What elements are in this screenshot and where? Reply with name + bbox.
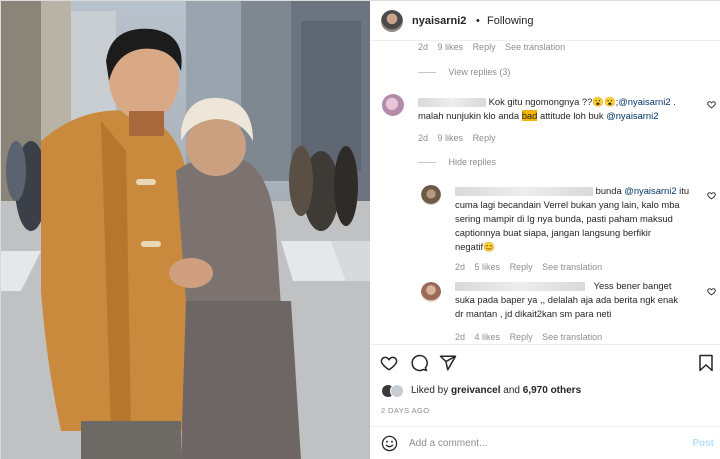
reply-meta: 2d 5 likes Reply See translation — [455, 262, 609, 272]
liked-by-text: Liked by greivancel and 6,970 others — [411, 385, 581, 396]
comment-likes[interactable]: 9 likes — [438, 42, 464, 52]
liked-by-prefix: Liked by — [411, 385, 452, 396]
hide-replies-label: Hide replies — [448, 157, 497, 167]
comment-icon[interactable] — [410, 354, 428, 372]
like-reply-heart-icon[interactable] — [707, 287, 716, 296]
liked-by-avatars[interactable] — [381, 384, 405, 398]
reply-text: bunda @nyaisarni2 itu cuma lagi becandai… — [455, 184, 717, 254]
liker-avatar — [390, 384, 404, 398]
post-date[interactable]: 2 DAYS AGO — [381, 406, 429, 415]
post-header: nyaisarni2 • Following — [370, 1, 720, 41]
bookmark-icon[interactable] — [698, 354, 714, 372]
reply-body: Yess bener banget — [593, 280, 672, 291]
post-photo-illustration — [1, 1, 370, 459]
hide-replies-button[interactable]: Hide replies — [418, 157, 497, 167]
see-translation-link[interactable]: See translation — [542, 332, 602, 342]
comment-body: Kok gitu ngomongnya ??😮😮; — [488, 96, 619, 107]
see-translation-link[interactable]: See translation — [505, 42, 565, 52]
following-button[interactable]: Following — [487, 15, 533, 27]
commenter-avatar[interactable] — [382, 94, 404, 116]
share-icon[interactable] — [439, 354, 457, 372]
redacted-username — [455, 282, 585, 292]
author-avatar[interactable] — [381, 10, 403, 32]
post-photo[interactable] — [1, 1, 370, 459]
comment-likes[interactable]: 9 likes — [438, 133, 464, 143]
comment-body: malah nunjukin klo anda — [418, 110, 522, 121]
comment-age: 2d — [418, 42, 429, 52]
liked-by-user[interactable]: greivancel — [451, 385, 500, 396]
comment-likes[interactable]: 5 likes — [475, 262, 501, 272]
view-replies-button[interactable]: View replies (3) — [418, 67, 511, 77]
see-translation-link[interactable]: See translation — [542, 262, 602, 272]
reply-button[interactable]: Reply — [510, 262, 533, 272]
reply-button[interactable]: Reply — [473, 133, 496, 143]
post-window: nyaisarni2 • Following 2d 9 likes Reply … — [0, 0, 720, 459]
reply-body: captionnya buat siapa, jangan langsung b… — [455, 227, 651, 238]
reply-text: Yess bener banget suka pada baper ya ,, … — [455, 279, 717, 321]
reply-meta: 2d 4 likes Reply See translation — [455, 332, 609, 342]
emoji-icon[interactable] — [381, 435, 398, 452]
comment-meta: 2d 9 likes Reply — [418, 133, 503, 143]
header-separator: • — [476, 15, 480, 27]
comment-body: attitude loh buk — [537, 110, 607, 121]
highlighted-word: bad — [521, 110, 538, 121]
comment-likes[interactable]: 4 likes — [475, 332, 501, 342]
comment-age: 2d — [455, 262, 466, 272]
comment-composer: Add a comment... Post — [370, 426, 720, 459]
post-details-pane: nyaisarni2 • Following 2d 9 likes Reply … — [370, 1, 720, 459]
comments-list: 2d 9 likes Reply See translation View re… — [370, 41, 720, 344]
reply-avatar[interactable] — [421, 282, 441, 302]
like-comment-heart-icon[interactable] — [707, 100, 716, 109]
reply-body: bunda — [595, 185, 625, 196]
liked-by-and: and — [500, 385, 523, 396]
comment-body: . — [670, 96, 676, 107]
liked-by-others[interactable]: 6,970 others — [523, 385, 581, 396]
redacted-username — [455, 187, 593, 197]
reply-button[interactable]: Reply — [473, 42, 496, 52]
add-comment-input[interactable]: Add a comment... — [409, 438, 487, 449]
mention-link[interactable]: @nyaisarni2 — [618, 96, 670, 107]
reply-body: cuma lagi becandain Verrel bukan yang la… — [455, 199, 680, 210]
mention-link[interactable]: @nyaisarni2 — [624, 185, 676, 196]
reply-button[interactable]: Reply — [510, 332, 533, 342]
reply-body: dr mantan , jd dikait2kan sm para neti — [455, 308, 612, 319]
redacted-username — [418, 98, 486, 108]
comment-age: 2d — [418, 133, 429, 143]
heart-icon[interactable] — [380, 354, 398, 372]
reply-body: suka pada baper ya ,, delalah aja ada be… — [455, 294, 679, 305]
reply-body: sering mampir di Ig nya bunda, pasti pah… — [455, 213, 673, 224]
view-replies-label: View replies (3) — [448, 67, 511, 77]
previous-comment-meta: 2d 9 likes Reply See translation — [418, 42, 572, 52]
like-reply-heart-icon[interactable] — [707, 191, 716, 200]
reply-body: itu — [676, 185, 690, 196]
post-comment-button[interactable]: Post — [692, 438, 714, 449]
post-actions: Liked by greivancel and 6,970 others 2 D… — [370, 344, 720, 434]
comment-age: 2d — [455, 332, 466, 342]
author-username[interactable]: nyaisarni2 — [412, 15, 466, 27]
mention-link[interactable]: @nyaisarni2 — [606, 110, 658, 121]
reply-avatar[interactable] — [421, 185, 441, 205]
comment-text: Kok gitu ngomongnya ??😮😮;@nyaisarni2 . m… — [418, 95, 708, 123]
reply-body: negatif😊 — [455, 241, 495, 252]
